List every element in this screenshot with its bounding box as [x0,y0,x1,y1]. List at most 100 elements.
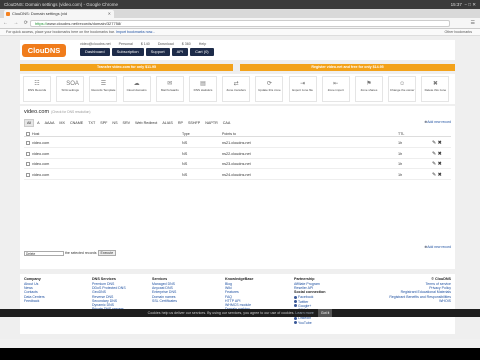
record-tab[interactable]: AAAA [43,120,57,126]
record-tab[interactable]: CNAME [68,120,85,126]
import-bookmarks-link[interactable]: Import bookmarks now... [116,30,155,34]
tool-button-delete[interactable]: ✖ Delete this zone [421,76,450,102]
record-tab[interactable]: TXT [86,120,97,126]
tool-button-export[interactable]: ⇥ Export zone file [288,76,317,102]
user-item[interactable]: Help [199,42,206,46]
delete-icon[interactable]: ✖ [436,172,442,178]
nav-button-subscription[interactable]: Subscription [111,48,144,56]
tool-button-soa[interactable]: SOA SOA settings [56,76,85,102]
tool-button-statistics[interactable]: ▤ DNS statistics [189,76,217,102]
row-checkbox[interactable] [26,162,30,166]
add-record-link-top[interactable]: Add new record [424,120,451,124]
twitter-icon [294,300,297,304]
template-icon: ☰ [100,81,107,87]
row-checkbox[interactable] [26,172,30,177]
other-bookmarks[interactable]: Other bookmarks [444,29,472,36]
change-owner-icon: ☺ [399,81,406,87]
browser-menu-icon[interactable]: ☰ [471,20,475,26]
cookie-bar: Cookies help us deliver our services. By… [0,309,480,317]
user-item[interactable]: Personal [119,42,133,46]
tool-label: DNS statistics [193,88,213,92]
record-tab[interactable]: CAA [221,120,233,126]
record-tab[interactable]: RP [176,120,185,126]
nav-button-support[interactable]: Support [145,48,170,56]
delete-icon[interactable]: ✖ [436,151,442,157]
tool-label: Cloud domains [126,88,147,92]
delete-icon[interactable]: ✖ [436,161,442,167]
user-item[interactable]: $ 360 [182,42,191,46]
url-field[interactable]: https://www.cloudns.net/records/domain/3… [30,20,450,27]
row-checkbox[interactable] [26,141,30,145]
footer-link[interactable]: SSL Certificates [152,299,177,303]
nav-button-cart-0-[interactable]: Cart (0) [190,48,214,56]
row-actions: ✎ ✖ [432,170,442,180]
site-footer: Company About Us News Contacts Data Centers F… [20,274,455,334]
url-scheme: https:// [35,21,48,26]
record-type: NS [182,172,188,177]
footer-link[interactable]: Enterprise DNS [152,290,177,294]
tool-button-mail-forward[interactable]: ✉ Mail forwards [155,76,184,102]
tool-button-change-owner[interactable]: ☺ Change the owner [388,76,417,102]
tool-button-import[interactable]: ⇤ Zone import [321,76,350,102]
footer-legal: © ClouDNS Terms of service Privacy Policy R… [389,277,451,303]
row-checkbox[interactable] [26,151,30,156]
user-item[interactable]: video@cloudns.net [80,42,111,46]
cookie-ok-button[interactable]: Got it [317,309,333,317]
col-points-to: Points to [222,132,236,136]
cloudns-logo[interactable]: ClouDNS [22,44,66,57]
nav-button-dashboard[interactable]: Dashboard [80,48,110,56]
tool-label: Zone shares [360,88,378,92]
record-tab[interactable]: SRV [121,120,133,126]
nav-button-api[interactable]: API [171,48,189,56]
record-tab[interactable]: NS [110,120,119,126]
select-all-checkbox[interactable] [26,132,30,136]
cookie-text: Cookies help us deliver our services. By… [147,311,295,315]
delete-icon: ✖ [432,81,438,87]
tool-label: Zone transfers [226,88,246,92]
bulk-action-select[interactable]: Delete [24,250,64,256]
record-tab[interactable]: MX [57,120,67,126]
tool-button-zone-transfer[interactable]: ⇄ Zone transfers [222,76,251,102]
record-tab[interactable]: SPF [98,120,109,126]
record-host: video.com [32,151,50,156]
browser-window: ClouDNS: Domain settings (vid ✕ ← → ⟳ ht… [0,9,480,348]
user-item[interactable]: $ 140 [141,42,150,46]
record-tab[interactable]: Web Redirect [133,120,159,126]
footer-heading: DNS Services [92,277,116,281]
update-icon: ⟳ [266,81,272,87]
cookie-learn-more[interactable]: Learn more [295,311,313,315]
record-tab[interactable]: All [24,119,35,127]
tool-button-dns-records[interactable]: ☷ DNS Records [23,76,51,102]
dns-check-link[interactable]: (Check for DNS resolution) [51,110,90,114]
nav-buttons[interactable]: ← → ⟳ [3,20,30,26]
domain-records-panel: video.com (Check for DNS resolution) All A… [20,106,455,269]
execute-button[interactable]: Execute [97,250,117,256]
tool-button-template[interactable]: ☰ Records Template [89,76,118,102]
tool-label: Delete this zone [424,88,447,92]
add-record-link-bottom[interactable]: Add new record [424,245,451,249]
record-tab[interactable]: SSHFP [186,120,202,126]
tool-button-update[interactable]: ⟳ Update this zone [255,76,284,102]
social-link-youtube[interactable]: YouTube [294,321,326,325]
record-tab[interactable]: A [35,120,41,126]
footer-link[interactable]: Feedback [24,299,45,303]
tab-close-icon[interactable]: ✕ [108,10,111,18]
clock: 15:37 [450,2,462,7]
footer-heading: Company [24,277,41,281]
record-host: video.com [32,141,50,145]
tool-button-share[interactable]: ⚑ Zone shares [355,76,383,102]
col-type: Type [182,132,190,136]
url-path: www.cloudns.net/records/domain/327758/ [47,21,122,26]
record-tab[interactable]: ALIAS [160,120,174,126]
delete-icon[interactable]: ✖ [436,140,442,146]
linkedin-icon [294,317,297,320]
tool-button-cloud[interactable]: ☁ Cloud domains [122,76,151,102]
window-controls[interactable]: 15:37 − □ ✕ [451,0,476,9]
register-banner[interactable]: Register video.net and free for only $14… [240,64,455,71]
main-nav: Dashboard Subscription Support API Cart (0) [80,48,216,56]
transfer-banner[interactable]: Transfer video.com for only $11.95 [20,64,233,71]
record-tab[interactable]: NAPTR [203,120,220,126]
legal-link[interactable]: WHOIS [389,299,451,303]
user-item[interactable]: Download [158,42,174,46]
browser-tab[interactable]: ClouDNS: Domain settings (vid ✕ [4,10,114,18]
